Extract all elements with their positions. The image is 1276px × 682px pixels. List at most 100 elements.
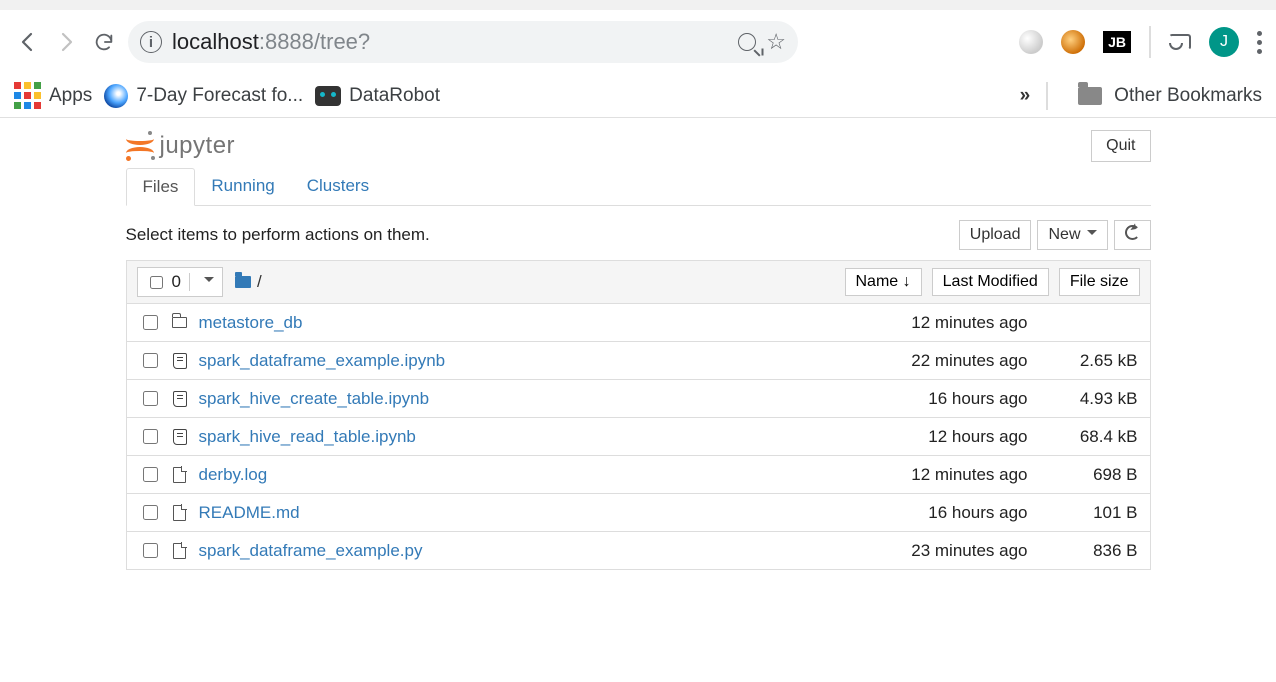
- other-bookmarks-label: Other Bookmarks: [1114, 85, 1262, 107]
- row-checkbox[interactable]: [143, 505, 158, 520]
- jupyter-tabs: Files Running Clusters: [126, 168, 1151, 206]
- extension-icon-2[interactable]: [1061, 30, 1085, 54]
- notebook-icon: [173, 353, 187, 369]
- row-last-modified: 12 minutes ago: [858, 465, 1028, 485]
- row-last-modified: 16 hours ago: [858, 503, 1028, 523]
- table-row: spark_dataframe_example.py 23 minutes ago…: [126, 532, 1151, 570]
- refresh-icon: [1125, 225, 1140, 240]
- reload-button[interactable]: [90, 28, 118, 56]
- row-last-modified: 22 minutes ago: [858, 351, 1028, 371]
- row-checkbox[interactable]: [143, 543, 158, 558]
- row-filename[interactable]: README.md: [199, 503, 300, 523]
- bookmark-label: DataRobot: [349, 85, 440, 107]
- row-file-size: 101 B: [1038, 503, 1138, 523]
- row-file-size: 836 B: [1038, 541, 1138, 561]
- row-checkbox[interactable]: [143, 353, 158, 368]
- jupyter-logo-icon: [126, 132, 154, 160]
- row-last-modified: 12 hours ago: [858, 427, 1028, 447]
- datarobot-icon: [315, 86, 341, 106]
- extension-icon-1[interactable]: [1019, 30, 1043, 54]
- forward-button[interactable]: [52, 28, 80, 56]
- jupyter-header: jupyter Quit: [126, 118, 1151, 168]
- other-bookmarks[interactable]: Other Bookmarks: [1064, 85, 1262, 107]
- table-row: spark_dataframe_example.ipynb 22 minutes …: [126, 342, 1151, 380]
- notebook-icon: [173, 429, 187, 445]
- folder-icon: [235, 276, 251, 288]
- file-icon: [173, 467, 186, 483]
- hint-text: Select items to perform actions on them.: [126, 225, 430, 245]
- browser-toolbar: i localhost:8888/tree? ☆ JB J: [0, 10, 1276, 74]
- new-dropdown[interactable]: New: [1037, 220, 1107, 250]
- breadcrumb-root: /: [257, 272, 262, 292]
- sort-name[interactable]: Name ↓: [845, 268, 922, 296]
- jupyter-logo-text: jupyter: [160, 132, 236, 160]
- bookmarks-overflow-icon[interactable]: »: [1020, 85, 1031, 107]
- select-all-checkbox[interactable]: 0: [138, 268, 189, 296]
- select-all-input[interactable]: [150, 276, 163, 289]
- quit-button[interactable]: Quit: [1091, 130, 1150, 162]
- toolbar-separator: [1149, 26, 1151, 58]
- table-row: derby.log 12 minutes ago 698 B: [126, 456, 1151, 494]
- file-icon: [173, 543, 186, 559]
- table-row: spark_hive_create_table.ipynb 16 hours ag…: [126, 380, 1151, 418]
- chrome-tabstrip: [0, 0, 1276, 10]
- row-filename[interactable]: spark_dataframe_example.ipynb: [199, 351, 446, 371]
- profile-avatar[interactable]: J: [1209, 27, 1239, 57]
- file-icon: [173, 505, 186, 521]
- row-filename[interactable]: derby.log: [199, 465, 268, 485]
- selection-count: 0: [172, 272, 181, 292]
- notebook-icon: [173, 391, 187, 407]
- cast-icon[interactable]: [1169, 34, 1191, 50]
- bookmark-forecast[interactable]: 7-Day Forecast fo...: [104, 84, 303, 108]
- table-row: metastore_db 12 minutes ago: [126, 304, 1151, 342]
- row-checkbox[interactable]: [143, 467, 158, 482]
- row-checkbox[interactable]: [143, 391, 158, 406]
- address-bar[interactable]: i localhost:8888/tree? ☆: [128, 21, 798, 63]
- row-checkbox[interactable]: [143, 429, 158, 444]
- breadcrumb[interactable]: /: [235, 272, 262, 292]
- file-list: metastore_db 12 minutes ago spark_datafram…: [126, 304, 1151, 570]
- row-file-size: 698 B: [1038, 465, 1138, 485]
- table-row: spark_hive_read_table.ipynb 12 hours ago 6…: [126, 418, 1151, 456]
- bookmark-label: 7-Day Forecast fo...: [136, 85, 303, 107]
- tab-files[interactable]: Files: [126, 168, 196, 206]
- row-last-modified: 12 minutes ago: [858, 313, 1028, 333]
- site-info-icon[interactable]: i: [140, 31, 162, 53]
- arrow-down-icon: ↓: [903, 273, 911, 290]
- row-checkbox[interactable]: [143, 315, 158, 330]
- table-row: README.md 16 hours ago 101 B: [126, 494, 1151, 532]
- row-filename[interactable]: spark_hive_read_table.ipynb: [199, 427, 416, 447]
- sort-file-size[interactable]: File size: [1059, 268, 1140, 296]
- refresh-button[interactable]: [1114, 220, 1151, 250]
- row-filename[interactable]: spark_hive_create_table.ipynb: [199, 389, 430, 409]
- tab-running[interactable]: Running: [195, 168, 290, 205]
- noaa-icon: [104, 84, 128, 108]
- select-all-group: 0: [137, 267, 223, 297]
- sort-last-modified[interactable]: Last Modified: [932, 268, 1049, 296]
- apps-shortcut[interactable]: Apps: [14, 82, 92, 109]
- extension-jb-icon[interactable]: JB: [1103, 31, 1131, 53]
- jupyter-logo[interactable]: jupyter: [126, 132, 236, 160]
- bookmark-star-icon[interactable]: ☆: [766, 29, 786, 55]
- row-filename[interactable]: metastore_db: [199, 313, 303, 333]
- row-last-modified: 23 minutes ago: [858, 541, 1028, 561]
- folder-icon: [1078, 87, 1102, 105]
- row-file-size: 2.65 kB: [1038, 351, 1138, 371]
- upload-button[interactable]: Upload: [959, 220, 1032, 250]
- row-file-size: 68.4 kB: [1038, 427, 1138, 447]
- jupyter-page: jupyter Quit Files Running Clusters Sele…: [126, 118, 1151, 570]
- bookmarks-separator: [1046, 82, 1048, 110]
- select-menu[interactable]: [189, 273, 222, 291]
- apps-grid-icon: [14, 82, 41, 109]
- row-last-modified: 16 hours ago: [858, 389, 1028, 409]
- bookmark-datarobot[interactable]: DataRobot: [315, 85, 440, 107]
- chrome-menu-icon[interactable]: [1257, 31, 1262, 54]
- zoom-out-icon[interactable]: [738, 33, 756, 51]
- back-button[interactable]: [14, 28, 42, 56]
- file-list-header: 0 / Name ↓ Last Modified File size: [126, 260, 1151, 304]
- row-file-size: 4.93 kB: [1038, 389, 1138, 409]
- row-filename[interactable]: spark_dataframe_example.py: [199, 541, 423, 561]
- apps-label: Apps: [49, 85, 92, 107]
- folder-outline-icon: [172, 317, 187, 328]
- tab-clusters[interactable]: Clusters: [291, 168, 385, 205]
